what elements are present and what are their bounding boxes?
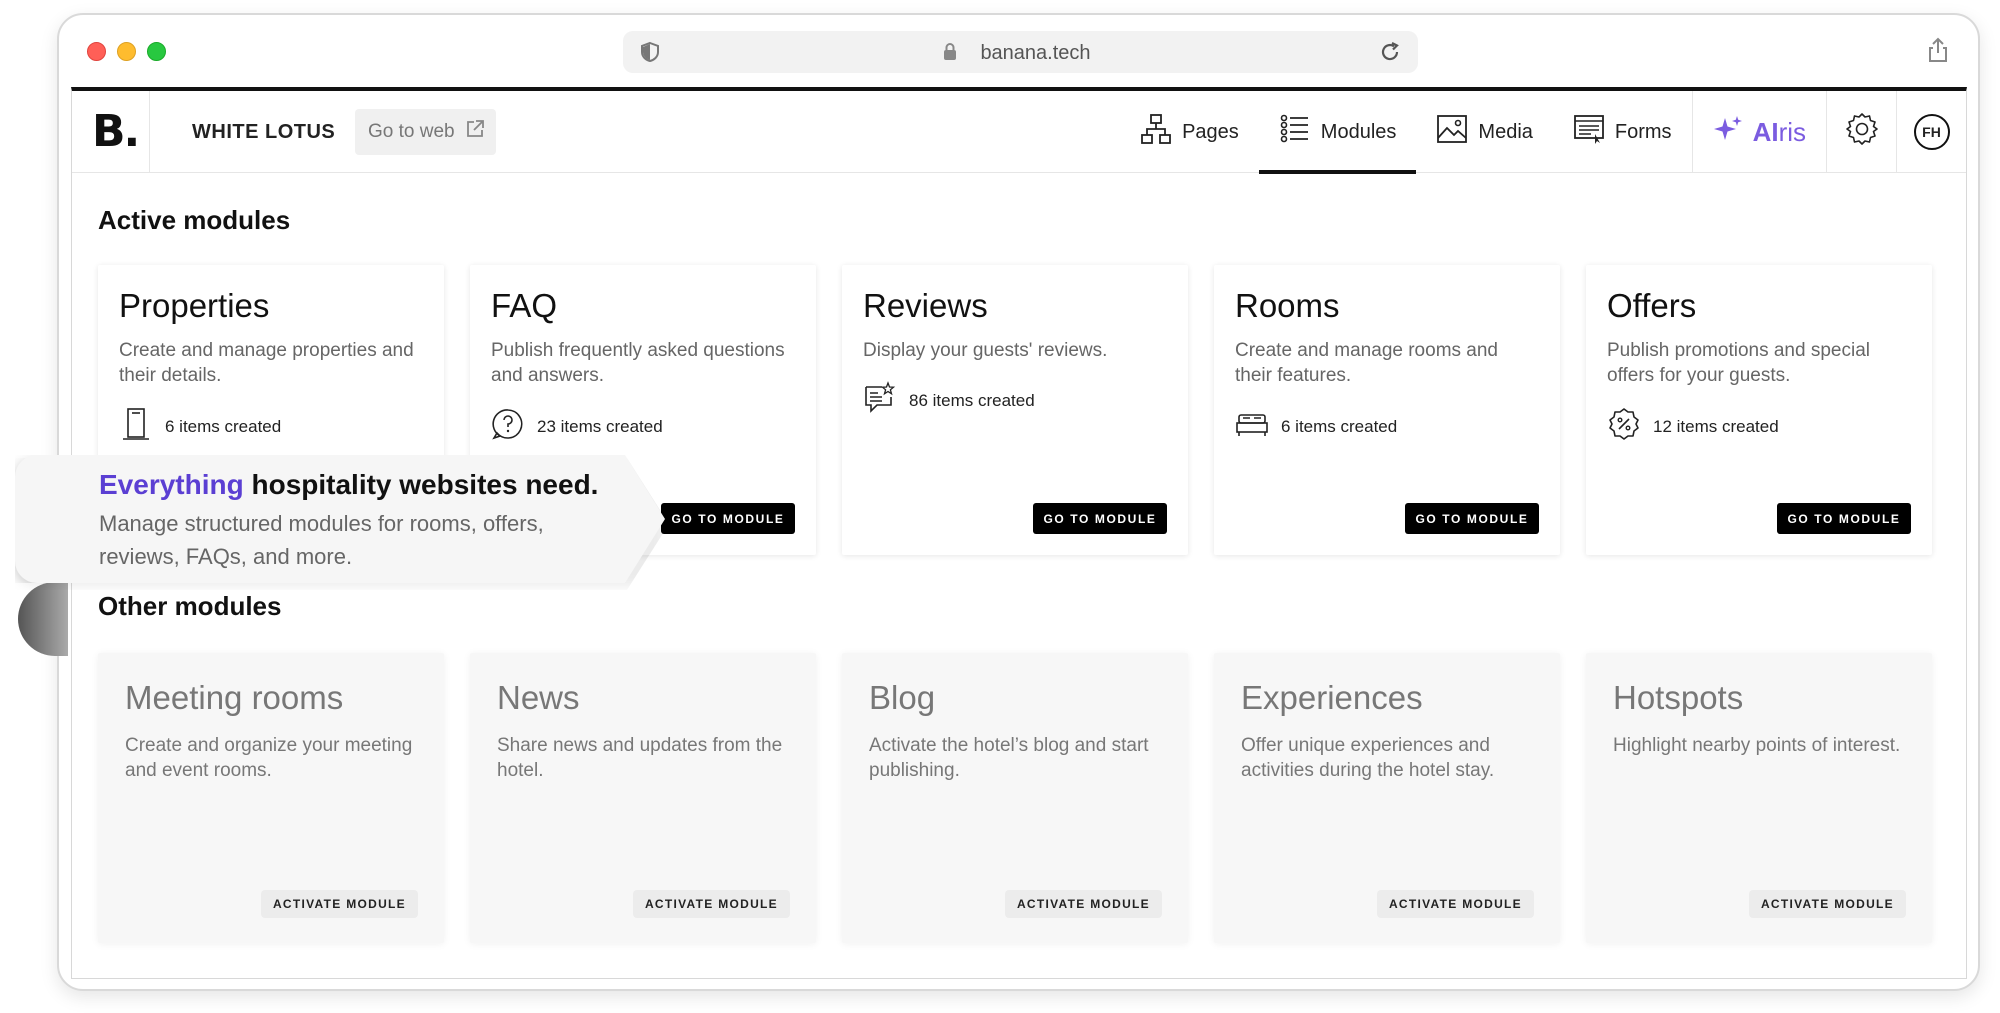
card-description: Offer unique experiences and activities … — [1241, 735, 1495, 781]
card-description: Share news and updates from the hotel. — [497, 735, 783, 781]
card-title: News — [497, 679, 580, 716]
site-name: WHITE LOTUS — [192, 121, 336, 143]
nav-media-label: Media — [1478, 120, 1533, 143]
airis-ris-text: ris — [1778, 116, 1806, 147]
marketing-callout: Everything hospitality websites need. Ma… — [15, 455, 665, 583]
card-title: Offers — [1607, 287, 1697, 324]
card-title: FAQ — [491, 287, 558, 324]
card-count-text: 23 items created — [537, 416, 663, 436]
banana-logo[interactable]: B. — [72, 91, 150, 173]
sitemap-icon — [1140, 113, 1172, 151]
card-title: Meeting rooms — [125, 679, 344, 716]
image-icon — [1436, 113, 1468, 151]
go-to-web-label: Go to web — [368, 121, 455, 142]
other-modules-title: Other modules — [98, 591, 282, 621]
browser-chrome: banana.tech — [59, 15, 1978, 87]
card-description: Create and manage properties and their d… — [119, 340, 414, 386]
nav-account[interactable]: FH — [1896, 91, 1966, 173]
card-description: Publish promotions and special offers fo… — [1607, 340, 1870, 386]
callout-headline: Everything hospitality websites need. — [99, 469, 598, 501]
maximize-window-button[interactable] — [147, 42, 166, 61]
url-text: banana.tech — [980, 42, 1091, 64]
external-link-icon — [465, 119, 485, 145]
top-navigation: B. WHITE LOTUS Go to web Pages Modules M… — [72, 91, 1966, 174]
bed-icon — [1235, 407, 1269, 446]
minimize-window-button[interactable] — [117, 42, 136, 61]
share-icon[interactable] — [1926, 37, 1950, 68]
active-modules-title: Active modules — [98, 205, 291, 235]
card-title: Blog — [869, 679, 936, 716]
nav-modules-label: Modules — [1320, 120, 1397, 143]
go-to-module-button[interactable]: GO TO MODULE — [661, 503, 795, 534]
card-title: Hotspots — [1613, 679, 1744, 716]
nav-modules[interactable]: Modules — [1258, 91, 1417, 174]
go-to-module-button[interactable]: GO TO MODULE — [1405, 503, 1539, 534]
address-bar[interactable]: banana.tech — [623, 31, 1418, 73]
go-to-module-button[interactable]: GO TO MODULE — [1033, 503, 1167, 534]
building-icon — [119, 407, 153, 446]
avatar: FH — [1913, 114, 1950, 150]
list-icon — [1279, 113, 1311, 151]
activate-module-button[interactable]: ACTIVATE MODULE — [1748, 890, 1906, 918]
module-card-offers: Offers Publish promotions and special of… — [1586, 265, 1932, 555]
card-count-text: 6 items created — [165, 416, 282, 436]
nav-pages-label: Pages — [1182, 120, 1239, 143]
callout-subtext: Manage structured modules for rooms, off… — [99, 511, 544, 569]
close-window-button[interactable] — [87, 42, 106, 61]
card-description: Publish frequently asked questions and a… — [491, 340, 785, 386]
card-item-count: 23 items created — [491, 407, 663, 446]
module-card-experiences: Experiences Offer unique experiences and… — [1214, 653, 1560, 943]
main-nav: Pages Modules Media Forms AIris FH — [1120, 91, 1966, 174]
card-title: Experiences — [1241, 679, 1423, 716]
card-description: Create and manage rooms and their featur… — [1235, 340, 1498, 386]
sparkle-icon — [1713, 114, 1743, 151]
reload-icon[interactable] — [1378, 40, 1402, 69]
card-count-text: 6 items created — [1281, 416, 1398, 436]
card-description: Highlight nearby points of interest. — [1613, 735, 1901, 756]
nav-forms[interactable]: Forms — [1553, 91, 1692, 173]
module-card-blog: Blog Activate the hotel’s blog and start… — [842, 653, 1188, 943]
review-icon — [863, 381, 897, 420]
activate-module-button[interactable]: ACTIVATE MODULE — [1004, 890, 1162, 918]
callout-tab — [18, 582, 68, 656]
nav-media[interactable]: Media — [1416, 91, 1552, 173]
discount-badge-icon — [1607, 407, 1641, 446]
nav-forms-label: Forms — [1614, 120, 1672, 143]
card-title: Reviews — [863, 287, 988, 324]
module-card-news: News Share news and updates from the hot… — [470, 653, 816, 943]
activate-module-button[interactable]: ACTIVATE MODULE — [260, 890, 418, 918]
callout-accent: Everything — [99, 469, 244, 500]
card-title: Properties — [119, 287, 270, 324]
question-bubble-icon — [491, 407, 525, 446]
activate-module-button[interactable]: ACTIVATE MODULE — [632, 890, 790, 918]
activate-module-button[interactable]: ACTIVATE MODULE — [1376, 890, 1534, 918]
card-item-count: 12 items created — [1607, 407, 1779, 446]
nav-airis[interactable]: AIris — [1691, 91, 1826, 173]
gear-icon — [1844, 111, 1880, 153]
module-card-meeting-rooms: Meeting rooms Create and organize your m… — [98, 653, 444, 943]
airis-ai-text: AI — [1752, 116, 1779, 147]
go-to-module-button[interactable]: GO TO MODULE — [1777, 503, 1911, 534]
module-card-hotspots: Hotspots Highlight nearby points of inte… — [1586, 653, 1932, 943]
card-description: Activate the hotel’s blog and start publ… — [869, 735, 1149, 781]
nav-settings[interactable] — [1826, 91, 1896, 173]
card-item-count: 6 items created — [119, 407, 281, 446]
form-icon — [1573, 113, 1605, 151]
card-description: Create and organize your meeting and eve… — [125, 735, 413, 781]
callout-headline-rest: hospitality websites need. — [243, 469, 599, 500]
card-item-count: 86 items created — [863, 381, 1035, 420]
card-description: Display your guests' reviews. — [863, 340, 1108, 361]
card-title: Rooms — [1235, 287, 1340, 324]
module-card-reviews: Reviews Display your guests' reviews. 86… — [842, 265, 1188, 555]
card-count-text: 86 items created — [909, 390, 1035, 410]
card-count-text: 12 items created — [1653, 416, 1779, 436]
module-card-rooms: Rooms Create and manage rooms and their … — [1214, 265, 1560, 555]
nav-pages[interactable]: Pages — [1120, 91, 1259, 173]
go-to-web-button[interactable]: Go to web — [355, 109, 496, 155]
card-item-count: 6 items created — [1235, 407, 1397, 446]
nav-airis-label: AIris — [1753, 117, 1806, 148]
